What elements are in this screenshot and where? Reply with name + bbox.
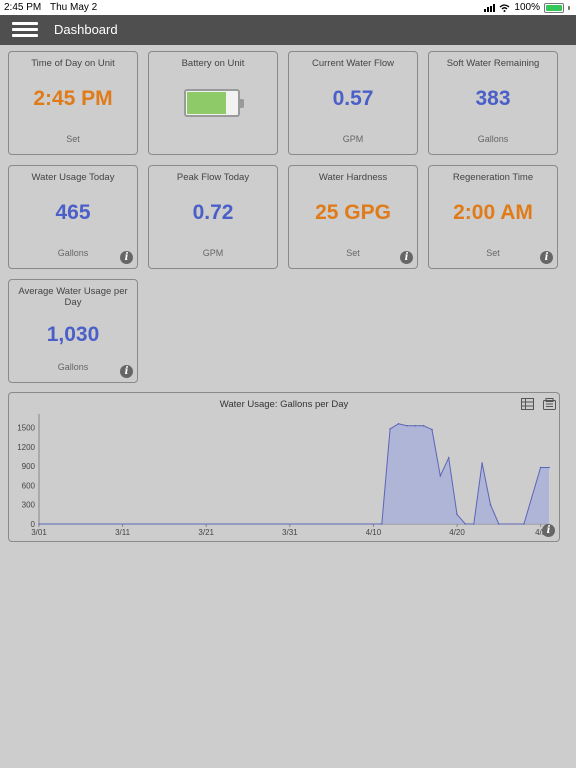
battery-percent: 100% — [514, 2, 540, 13]
page-title: Dashboard — [54, 22, 118, 37]
data-point — [539, 466, 542, 469]
y-tick-label: 300 — [22, 501, 36, 510]
data-point — [498, 523, 500, 525]
data-point — [414, 424, 417, 427]
x-tick-label: 3/31 — [282, 528, 298, 537]
tile-unit: GPM — [342, 134, 364, 144]
data-point — [439, 475, 442, 477]
data-point — [489, 503, 492, 506]
x-tick-label: 4/20 — [449, 528, 465, 537]
x-tick-label: 3/01 — [31, 528, 47, 537]
data-point — [38, 523, 40, 525]
series-area — [39, 423, 549, 524]
info-icon[interactable]: i — [120, 251, 133, 264]
water-usage-chart: Water Usage: Gallons per Day 0 300 600 900 1… — [8, 392, 560, 542]
info-icon[interactable]: i — [120, 365, 133, 378]
info-icon[interactable]: i — [540, 251, 553, 264]
y-tick-label: 1200 — [17, 443, 35, 452]
data-point — [464, 523, 467, 525]
tile-title: Soft Water Remaining — [446, 58, 540, 69]
y-tick-label: 600 — [22, 481, 36, 490]
tile-title: Current Water Flow — [312, 58, 394, 69]
status-right: 100% — [484, 2, 570, 13]
tile-value: 2:45 PM — [33, 87, 113, 110]
tile-average-water-usage[interactable]: Average Water Usage per Day 1,030 Gallon… — [8, 279, 138, 383]
battery-fill — [187, 92, 226, 114]
tile-soft-water-remaining[interactable]: Soft Water Remaining 383 Gallons — [428, 51, 558, 155]
data-point — [431, 428, 433, 431]
tile-unit: GPM — [202, 248, 224, 258]
tile-current-flow[interactable]: Current Water Flow 0.57 GPM — [288, 51, 418, 155]
data-point — [523, 523, 525, 525]
info-icon[interactable]: i — [542, 524, 555, 537]
data-point — [397, 423, 400, 425]
data-point — [473, 523, 475, 525]
tile-title: Battery on Unit — [181, 58, 245, 69]
tile-unit: Set — [486, 248, 500, 258]
tile-value: 0.72 — [192, 201, 234, 224]
tile-regeneration-time[interactable]: Regeneration Time 2:00 AM Set i — [428, 165, 558, 269]
tile-unit: Gallons — [57, 248, 89, 258]
tile-time-of-day[interactable]: Time of Day on Unit 2:45 PM Set — [8, 51, 138, 155]
x-tick-label: 4/10 — [366, 528, 382, 537]
tile-value: 0.57 — [332, 87, 374, 110]
battery-tip — [568, 5, 570, 10]
tile-title: Average Water Usage per Day — [18, 286, 128, 308]
tile-peak-flow-today[interactable]: Peak Flow Today 0.72 GPM — [148, 165, 278, 269]
data-point — [548, 466, 550, 469]
y-tick-label: 1500 — [17, 424, 35, 433]
tile-unit: Set — [66, 134, 80, 144]
info-icon[interactable]: i — [400, 251, 413, 264]
data-point — [381, 523, 383, 525]
tile-water-hardness[interactable]: Water Hardness 25 GPG Set i — [288, 165, 418, 269]
hamburger-menu-icon[interactable] — [12, 22, 38, 38]
tile-title: Peak Flow Today — [176, 172, 250, 183]
tile-title: Regeneration Time — [452, 172, 534, 183]
data-point — [481, 462, 483, 464]
tile-value: 465 — [55, 201, 91, 224]
tile-title: Water Usage Today — [31, 172, 115, 183]
tile-value: 25 GPG — [315, 201, 391, 224]
x-tick-label: 3/21 — [198, 528, 214, 537]
data-point — [447, 457, 450, 459]
battery-terminal — [240, 99, 244, 108]
y-tick-label: 900 — [22, 462, 36, 471]
tile-unit: Gallons — [477, 134, 509, 144]
tile-title: Water Hardness — [318, 172, 388, 183]
cellular-signal-icon — [484, 3, 496, 12]
status-date: Thu May 2 — [50, 2, 98, 13]
tile-unit: Set — [346, 248, 360, 258]
data-point — [422, 424, 425, 427]
tile-title: Time of Day on Unit — [31, 58, 115, 69]
tile-water-usage-today[interactable]: Water Usage Today 465 Gallons i — [8, 165, 138, 269]
nav-bar: Dashboard — [0, 15, 576, 45]
tile-value: 383 — [475, 87, 511, 110]
x-tick-label: 3/11 — [115, 528, 131, 537]
tile-value: 1,030 — [46, 323, 100, 346]
tile-value: 2:00 AM — [453, 201, 533, 224]
status-time: 2:45 PM — [4, 2, 42, 13]
series-line — [39, 423, 549, 525]
tile-unit: Gallons — [57, 362, 89, 372]
chart-plot: 0300600900120015003/01 3/11 3/21 3/31 4/10 4/… — [17, 414, 550, 537]
data-point — [389, 428, 391, 430]
data-point — [406, 424, 408, 427]
wifi-icon — [499, 3, 510, 12]
battery-icon — [544, 2, 564, 13]
battery-level-icon — [184, 89, 244, 117]
status-bar: 2:45 PM Thu May 2 100% — [0, 0, 576, 15]
tile-battery[interactable]: Battery on Unit — [148, 51, 278, 155]
data-point — [456, 513, 458, 516]
